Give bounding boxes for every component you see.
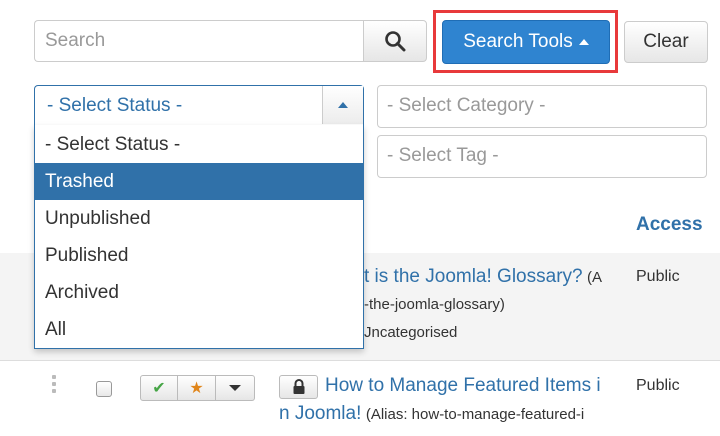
row-divider <box>0 360 720 361</box>
article-title-line1: How to Manage Featured Items i <box>325 375 601 397</box>
chevron-down-icon <box>229 385 241 391</box>
featured-star-icon[interactable]: ★ <box>178 375 216 401</box>
search-button[interactable] <box>363 20 427 62</box>
status-option[interactable]: Published <box>35 237 363 274</box>
article-alias: (Alias: how-to-manage-featured-i <box>365 406 585 423</box>
status-select[interactable]: - Select Status - <box>34 85 364 125</box>
search-tools-button[interactable]: Search Tools <box>442 20 610 64</box>
article-category: Jncategorised <box>364 324 458 341</box>
article-title-link[interactable]: t is the Joomla! Glossary? <box>364 266 583 287</box>
category-select[interactable]: - Select Category - <box>377 85 707 128</box>
status-select-toggle[interactable] <box>322 86 363 124</box>
article-title-link-continued[interactable]: n Joomla! <box>279 403 361 424</box>
caret-up-icon <box>578 39 589 45</box>
chevron-up-icon <box>338 102 348 108</box>
article-title-line2: n Joomla! (Alias: how-to-manage-featured… <box>279 403 584 425</box>
access-value: Public <box>636 268 680 285</box>
table-row-title: t is the Joomla! Glossary? (A <box>364 266 602 288</box>
published-check-icon[interactable]: ✔ <box>140 375 178 401</box>
status-button-group: ✔ ★ <box>140 375 255 401</box>
search-icon <box>385 31 406 52</box>
status-option[interactable]: Archived <box>35 274 363 311</box>
actions-dropdown-button[interactable] <box>216 375 255 401</box>
drag-handle-icon[interactable] <box>52 375 58 393</box>
status-option-highlighted[interactable]: Trashed <box>35 163 363 200</box>
status-option[interactable]: All <box>35 311 363 348</box>
search-input[interactable]: Search <box>34 20 364 62</box>
column-header-access[interactable]: Access <box>636 214 703 236</box>
status-option[interactable]: - Select Status - <box>35 126 363 163</box>
article-alias: (A <box>587 269 603 286</box>
status-select-value: - Select Status - <box>47 95 183 116</box>
search-tools-label: Search Tools <box>463 31 573 52</box>
checked-out-lock[interactable] <box>279 375 318 399</box>
clear-button[interactable]: Clear <box>624 21 708 63</box>
tag-select[interactable]: - Select Tag - <box>377 135 707 178</box>
access-value: Public <box>636 377 680 394</box>
status-dropdown-list: - Select Status - Trashed Unpublished Pu… <box>34 125 364 349</box>
lock-icon <box>293 379 304 394</box>
article-title-link[interactable]: How to Manage Featured Items i <box>325 375 601 396</box>
status-option[interactable]: Unpublished <box>35 200 363 237</box>
article-alias-continued: -the-joomla-glossary) <box>364 296 505 313</box>
row-checkbox[interactable] <box>96 381 112 397</box>
